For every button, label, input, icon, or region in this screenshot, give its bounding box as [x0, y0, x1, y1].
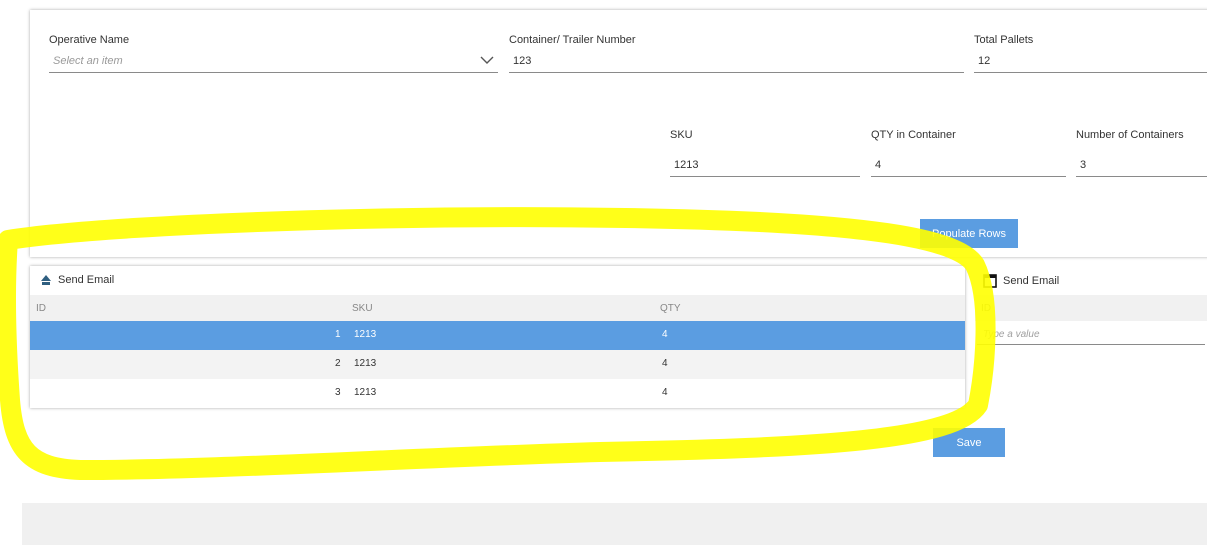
- container-number-value: 123: [513, 55, 532, 67]
- total-pallets-input[interactable]: 12: [974, 50, 1207, 73]
- num-containers-label: Number of Containers: [1076, 129, 1184, 141]
- row-id: 2: [335, 358, 341, 369]
- row-qty: 4: [662, 387, 668, 398]
- chevron-down-icon[interactable]: [480, 55, 494, 65]
- table-row[interactable]: 2 1213 4: [30, 350, 965, 379]
- side-header-id: ID: [981, 303, 991, 314]
- row-sku: 1213: [354, 387, 377, 398]
- container-number-input[interactable]: 123: [509, 50, 964, 73]
- email-gallery: Send Email ID SKU QTY 1 1213 4 2 1213 4 …: [30, 266, 965, 408]
- table-row[interactable]: 1 1213 4: [30, 321, 965, 350]
- side-gallery-header: ID: [975, 295, 1207, 321]
- gallery-header-qty: QTY: [660, 303, 681, 314]
- row-sku: 1213: [354, 358, 377, 369]
- sku-value: 1213: [674, 159, 699, 171]
- side-gallery-title-text: Send Email: [1003, 275, 1060, 287]
- gallery-title: Send Email: [40, 274, 114, 286]
- gallery-header-id: ID: [36, 303, 46, 314]
- side-email-gallery: Send Email ID Type a value: [975, 266, 1207, 346]
- qty-label: QTY in Container: [871, 129, 956, 141]
- gallery-title-text: Send Email: [58, 274, 115, 286]
- side-id-input[interactable]: Type a value: [977, 324, 1205, 345]
- up-arrow-icon[interactable]: [40, 274, 52, 286]
- operative-name-placeholder: Select an item: [53, 55, 123, 67]
- qty-value: 4: [875, 159, 882, 171]
- container-number-label: Container/ Trailer Number: [509, 34, 636, 46]
- qty-input[interactable]: 4: [871, 154, 1066, 177]
- form-panel: [30, 10, 1207, 257]
- gallery-header-row: ID SKU QTY: [30, 295, 965, 321]
- num-containers-input[interactable]: 3: [1076, 154, 1207, 177]
- num-containers-value: 3: [1080, 159, 1087, 171]
- row-sku: 1213: [354, 329, 377, 340]
- row-id: 3: [335, 387, 341, 398]
- operative-name-label: Operative Name: [49, 34, 130, 46]
- total-pallets-value: 12: [978, 55, 991, 67]
- row-qty: 4: [662, 329, 668, 340]
- row-qty: 4: [662, 358, 668, 369]
- row-id: 1: [335, 329, 341, 340]
- operative-name-dropdown[interactable]: Select an item: [49, 50, 498, 73]
- side-id-placeholder: Type a value: [983, 329, 1040, 340]
- save-button[interactable]: Save: [933, 428, 1005, 457]
- table-row[interactable]: 3 1213 4: [30, 379, 965, 408]
- checkbox-icon[interactable]: [983, 274, 997, 288]
- populate-rows-button[interactable]: Populate Rows: [920, 219, 1018, 248]
- sku-label: SKU: [670, 129, 693, 141]
- sku-input[interactable]: 1213: [670, 154, 860, 177]
- gallery-header-sku: SKU: [352, 303, 373, 314]
- side-gallery-title: Send Email: [983, 274, 1059, 288]
- footer-bar: [22, 503, 1207, 545]
- total-pallets-label: Total Pallets: [974, 34, 1034, 46]
